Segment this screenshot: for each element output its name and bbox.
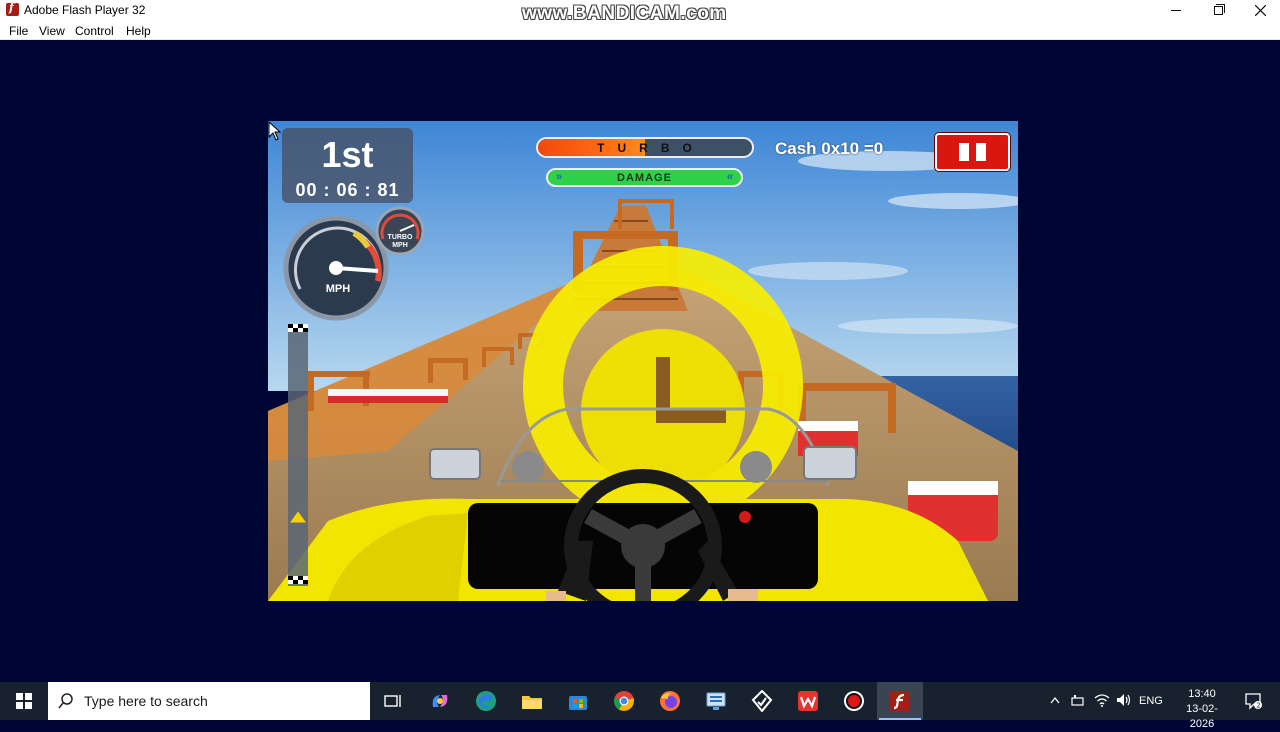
minimize-icon <box>1171 9 1181 11</box>
task-view-icon <box>384 695 401 707</box>
language-indicator[interactable]: ENG <box>1139 695 1163 707</box>
copilot-icon <box>432 695 448 707</box>
clock-date: 13-02-2026 <box>1186 703 1218 730</box>
shield-app-icon <box>751 690 773 712</box>
file-explorer-icon <box>522 696 542 709</box>
pause-icon-bar <box>976 143 986 161</box>
turbo-gauge-label-line1: TURBO <box>387 234 413 241</box>
windows-icon <box>16 693 32 709</box>
pause-icon <box>959 143 969 161</box>
network-app-icon <box>706 692 726 710</box>
firefox-icon <box>660 691 680 711</box>
damage-label: DAMAGE <box>617 172 672 184</box>
position-panel: 1st 00 : 06 : 81 <box>282 128 413 203</box>
bandicam-button[interactable] <box>831 682 877 720</box>
wps-icon <box>798 691 818 711</box>
notification-icon[interactable]: 2 <box>1244 692 1262 710</box>
chrome-icon <box>614 691 634 711</box>
pen-device-icon[interactable] <box>1071 694 1085 707</box>
menu-view[interactable]: View <box>39 24 65 38</box>
flash-player-icon <box>890 691 910 711</box>
turbo-label: TURBO <box>597 141 705 155</box>
cash-display: Cash 0x10 =0 <box>775 139 884 158</box>
firefox-button[interactable] <box>647 682 693 720</box>
taskbar: Type here to search ENG 13:40 13-02-2026… <box>0 682 1280 730</box>
turbo-meter: TURBO <box>536 137 754 158</box>
speedometer-unit: MPH <box>325 283 351 295</box>
menu-file[interactable]: File <box>9 24 28 38</box>
close-icon <box>1254 4 1266 16</box>
store-icon <box>569 696 587 710</box>
menu-help[interactable]: Help <box>126 24 151 38</box>
mouse-cursor-icon <box>268 121 282 141</box>
wifi-icon[interactable] <box>1094 693 1110 707</box>
edge-icon <box>476 691 496 711</box>
checkered-flag-top <box>288 324 308 332</box>
network-app-button[interactable] <box>693 682 739 720</box>
edge-button[interactable] <box>463 682 509 720</box>
search-icon <box>58 693 73 709</box>
pause-button[interactable] <box>935 133 1010 171</box>
copilot-button[interactable] <box>417 682 463 720</box>
flash-player-button[interactable] <box>877 682 923 720</box>
store-button[interactable] <box>555 682 601 720</box>
search-placeholder: Type here to search <box>84 693 208 709</box>
maximize-button[interactable] <box>1196 0 1240 20</box>
minimize-button[interactable] <box>1154 0 1198 20</box>
restore-icon <box>1213 3 1225 15</box>
svg-text:2: 2 <box>1256 702 1260 710</box>
close-button[interactable] <box>1238 0 1280 20</box>
game-stage[interactable]: 1st 00 : 06 : 81 MPH TURBO MPH TURBO » D… <box>268 121 1018 601</box>
start-button[interactable] <box>0 682 48 720</box>
bandicam-record-icon <box>844 691 864 711</box>
damage-meter: » DAMAGE « <box>546 168 743 187</box>
wps-button[interactable] <box>785 682 831 720</box>
flash-app-icon <box>6 1 19 16</box>
clock[interactable]: 13:40 13-02-2026 <box>1174 687 1230 732</box>
turbo-gauge-label: TURBO MPH <box>384 234 416 250</box>
chrome-button[interactable] <box>601 682 647 720</box>
window-title: Adobe Flash Player 32 <box>24 3 146 17</box>
taskbar-search[interactable]: Type here to search <box>48 682 370 720</box>
volume-icon[interactable] <box>1116 693 1132 707</box>
race-position: 1st <box>321 134 374 175</box>
menu-control[interactable]: Control <box>75 24 114 38</box>
turbo-gauge-label-line2: MPH <box>392 242 408 249</box>
damage-arrow-right-icon: « <box>726 171 733 183</box>
race-timer: 00 : 06 : 81 <box>295 180 400 200</box>
shield-app-button[interactable] <box>739 682 785 720</box>
clock-time: 13:40 <box>1188 688 1216 700</box>
file-explorer-button[interactable] <box>509 682 555 720</box>
chevron-up-icon[interactable] <box>1050 696 1060 704</box>
menu-bar: File View Control Help <box>0 20 1280 40</box>
task-view-button[interactable] <box>370 682 416 720</box>
title-bar: Adobe Flash Player 32 www.BANDICAM.com <box>0 0 1280 24</box>
